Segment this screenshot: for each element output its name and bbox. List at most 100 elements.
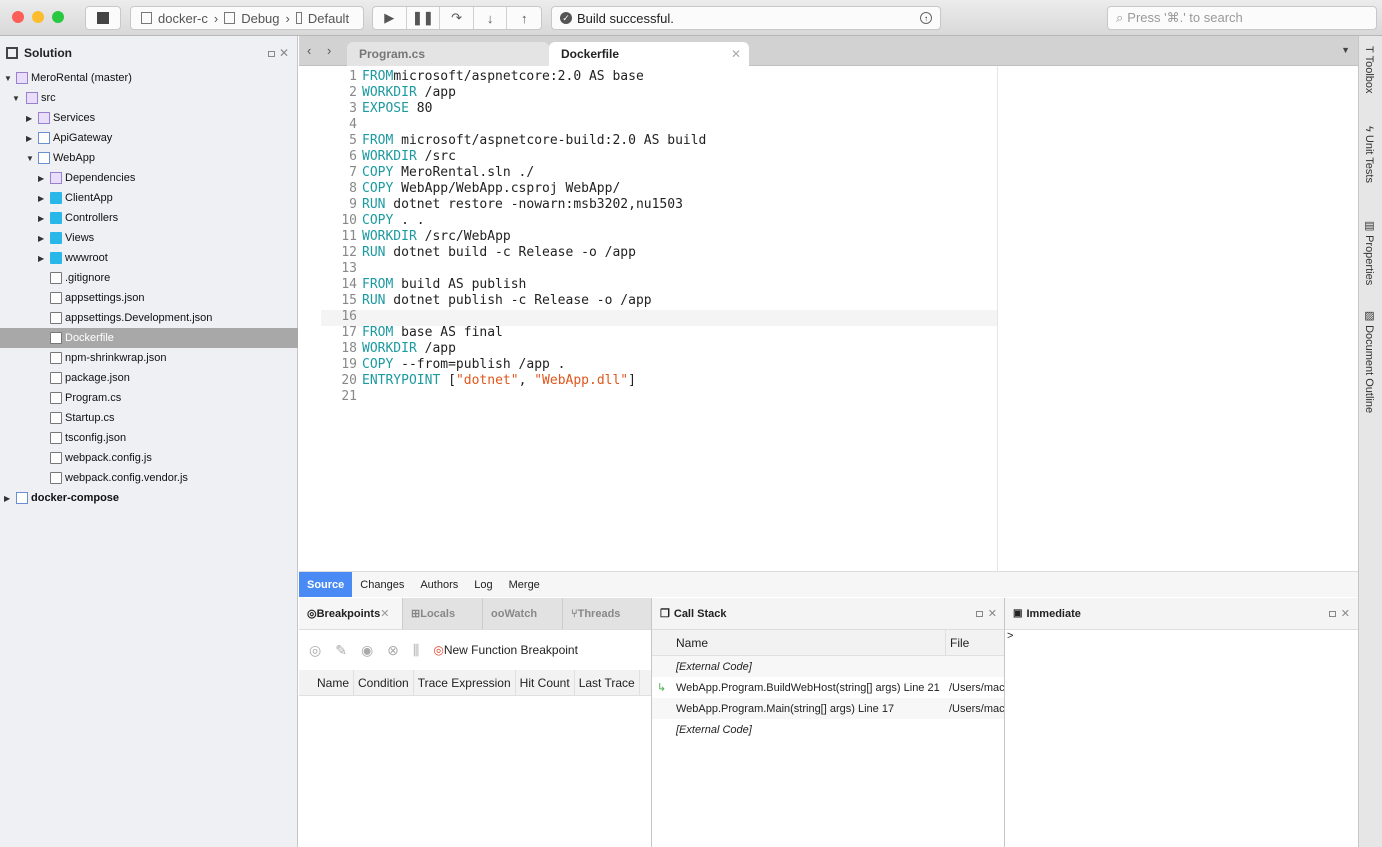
- upload-icon[interactable]: ↑: [920, 12, 932, 24]
- tree-item[interactable]: ▶ Views: [0, 228, 298, 248]
- code-text: WebApp/WebApp.csproj WebApp/: [393, 181, 621, 196]
- zoom-window-button[interactable]: [52, 11, 64, 23]
- tree-item[interactable]: tsconfig.json: [0, 428, 298, 448]
- column-header[interactable]: Hit Count: [516, 670, 575, 695]
- tree-item[interactable]: ▶ ClientApp: [0, 188, 298, 208]
- maximize-icon[interactable]: [268, 51, 275, 57]
- tree-item[interactable]: Dockerfile: [0, 328, 298, 348]
- config-mode[interactable]: Debug: [241, 11, 279, 26]
- tree-item[interactable]: package.json: [0, 368, 298, 388]
- collapsed-arrow-icon[interactable]: ▶: [38, 254, 44, 263]
- remove-breakpoint-icon[interactable]: ⊗: [387, 642, 399, 659]
- close-icon[interactable]: ✕: [988, 607, 997, 620]
- tree-item[interactable]: Startup.cs: [0, 408, 298, 428]
- tree-item[interactable]: ▶ Controllers: [0, 208, 298, 228]
- collapsed-arrow-icon[interactable]: ▶: [38, 234, 44, 243]
- tree-item[interactable]: ▶ Services: [0, 108, 298, 128]
- toggle-all-icon[interactable]: ◉: [361, 642, 373, 659]
- forward-icon[interactable]: ›: [327, 43, 331, 58]
- search-input[interactable]: ⌕ Press '⌘.' to search: [1107, 6, 1377, 30]
- tree-item[interactable]: ▼ MeroRental (master): [0, 68, 298, 88]
- close-icon[interactable]: ✕: [380, 607, 389, 620]
- tree-item[interactable]: webpack.config.vendor.js: [0, 468, 298, 488]
- tree-item[interactable]: ▶ docker-compose: [0, 488, 298, 508]
- edit-breakpoint-icon[interactable]: ✎: [335, 642, 347, 659]
- tree-item[interactable]: ▶ wwwroot: [0, 248, 298, 268]
- close-window-button[interactable]: [12, 11, 24, 23]
- close-icon[interactable]: ✕: [1341, 607, 1350, 620]
- stop-button[interactable]: [85, 6, 121, 30]
- run-configuration-selector[interactable]: docker-c › Debug › Default: [130, 6, 364, 30]
- close-tab-icon[interactable]: ✕: [731, 47, 741, 61]
- tree-item[interactable]: Program.cs: [0, 388, 298, 408]
- pause-icon: ❚❚: [412, 10, 434, 25]
- tab-changes[interactable]: Changes: [352, 572, 412, 597]
- expanded-arrow-icon[interactable]: ▼: [4, 74, 12, 83]
- tab-log[interactable]: Log: [466, 572, 500, 597]
- back-icon[interactable]: ‹: [307, 43, 311, 58]
- document-outline-tab[interactable]: ▨ Document Outline: [1363, 309, 1376, 413]
- expanded-arrow-icon[interactable]: ▼: [26, 154, 34, 163]
- tree-item[interactable]: ▼ src: [0, 88, 298, 108]
- config-project[interactable]: docker-c: [158, 11, 208, 26]
- collapsed-arrow-icon[interactable]: ▶: [38, 174, 44, 183]
- tree-item[interactable]: ▶ Dependencies: [0, 168, 298, 188]
- call-stack-row[interactable]: [External Code]: [652, 719, 1005, 740]
- tab-authors[interactable]: Authors: [412, 572, 466, 597]
- line-number: 16: [341, 309, 357, 324]
- column-header[interactable]: Name: [652, 630, 946, 655]
- enable-breakpoint-icon[interactable]: ◎: [309, 642, 321, 659]
- tree-item[interactable]: appsettings.json: [0, 288, 298, 308]
- config-device[interactable]: Default: [308, 11, 349, 26]
- pause-button[interactable]: ❚❚: [407, 7, 441, 29]
- tree-item-label: WebApp: [53, 152, 95, 164]
- maximize-icon[interactable]: [1329, 611, 1336, 617]
- solution-folder-icon: [16, 72, 28, 84]
- new-function-breakpoint-button[interactable]: ◎New Function Breakpoint: [433, 643, 578, 657]
- collapsed-arrow-icon[interactable]: ▶: [4, 494, 10, 503]
- tree-item[interactable]: appsettings.Development.json: [0, 308, 298, 328]
- step-out-icon: ↑: [520, 10, 528, 26]
- unit-tests-tab[interactable]: ϟ Unit Tests: [1363, 126, 1375, 183]
- tab-locals[interactable]: ⊞ Locals: [403, 598, 483, 629]
- column-header[interactable]: Name: [313, 670, 355, 695]
- tree-item[interactable]: webpack.config.js: [0, 448, 298, 468]
- maximize-icon[interactable]: [976, 611, 983, 617]
- tab-source[interactable]: Source: [299, 572, 353, 597]
- call-stack-row[interactable]: ↳ WebApp.Program.BuildWebHost(string[] ar…: [652, 677, 1005, 698]
- step-into-button[interactable]: ↓: [474, 7, 508, 29]
- tree-item[interactable]: ▼ WebApp: [0, 148, 298, 168]
- column-header[interactable]: Trace Expression: [414, 670, 516, 695]
- tab-breakpoints[interactable]: ◎ Breakpoints ✕: [299, 598, 403, 629]
- step-out-button[interactable]: ↑: [507, 7, 541, 29]
- column-header[interactable]: Condition: [354, 670, 414, 695]
- expanded-arrow-icon[interactable]: ▼: [12, 94, 20, 103]
- minimize-window-button[interactable]: [32, 11, 44, 23]
- toolbox-tab[interactable]: T Toolbox: [1363, 46, 1375, 94]
- close-icon[interactable]: ✕: [279, 46, 289, 60]
- collapsed-arrow-icon[interactable]: ▶: [26, 134, 32, 143]
- continue-button[interactable]: ▶: [373, 7, 407, 29]
- tab-dockerfile[interactable]: Dockerfile ✕: [549, 42, 749, 66]
- collapsed-arrow-icon[interactable]: ▶: [26, 114, 32, 123]
- tree-item[interactable]: npm-shrinkwrap.json: [0, 348, 298, 368]
- call-stack-row[interactable]: WebApp.Program.Main(string[] args) Line …: [652, 698, 1005, 719]
- tree-item[interactable]: ▶ ApiGateway: [0, 128, 298, 148]
- column-header[interactable]: Last Trace: [575, 670, 640, 695]
- properties-tab[interactable]: ▤ Properties: [1363, 219, 1376, 285]
- tab-dropdown-icon[interactable]: ▼: [1341, 45, 1350, 55]
- columns-icon[interactable]: ⫼: [413, 642, 419, 659]
- immediate-pad: ▣ Immediate ✕ >: [1004, 598, 1358, 847]
- code-editor[interactable]: 1 FROMmicrosoft/aspnetcore:2.0 AS base 2 WO…: [321, 66, 1343, 571]
- collapsed-arrow-icon[interactable]: ▶: [38, 194, 44, 203]
- tree-item[interactable]: .gitignore: [0, 268, 298, 288]
- immediate-console[interactable]: >: [1005, 630, 1358, 642]
- collapsed-arrow-icon[interactable]: ▶: [38, 214, 44, 223]
- tab-threads[interactable]: ⑂ Threads: [563, 598, 652, 629]
- step-over-button[interactable]: ↷: [440, 7, 474, 29]
- call-stack-row[interactable]: [External Code]: [652, 656, 1005, 677]
- column-header[interactable]: File: [946, 630, 973, 655]
- tab-watch[interactable]: oo Watch: [483, 598, 563, 629]
- tab-merge[interactable]: Merge: [501, 572, 548, 597]
- tab-program-cs[interactable]: Program.cs: [347, 42, 549, 66]
